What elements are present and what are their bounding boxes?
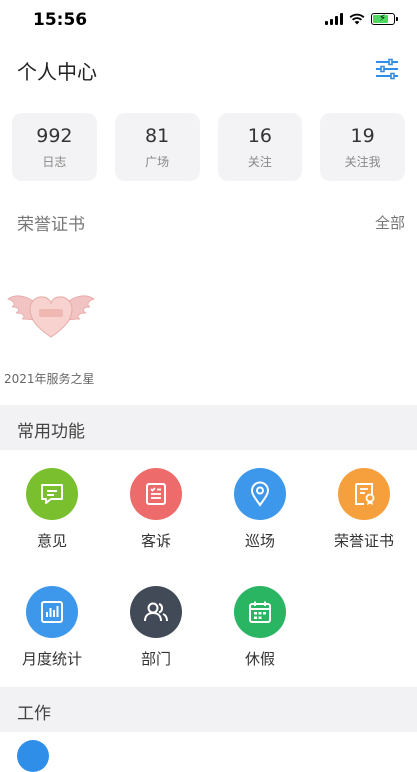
status-icons: ⚡ (325, 13, 398, 25)
work-header: 工作 (0, 687, 417, 732)
sliders-icon (376, 58, 398, 80)
calendar-icon (234, 586, 286, 638)
stat-value: 19 (350, 125, 375, 147)
signal-icon (325, 13, 343, 25)
section-title: 常用功能 (17, 422, 85, 442)
function-leave[interactable]: 休假 (208, 586, 312, 669)
location-pin-icon (234, 468, 286, 520)
honors-header: 荣誉证书 全部 (0, 210, 417, 236)
stat-label: 广场 (145, 155, 170, 169)
section-title: 工作 (17, 704, 51, 724)
honors-all-link[interactable]: 全部 (375, 212, 405, 233)
stat-value: 81 (145, 125, 170, 147)
stat-value: 992 (36, 125, 73, 147)
function-department[interactable]: 部门 (104, 586, 208, 669)
stat-value: 16 (247, 125, 272, 147)
page-title: 个人中心 (17, 60, 97, 84)
battery-icon: ⚡ (371, 13, 398, 25)
function-label: 荣誉证书 (333, 532, 394, 550)
people-icon (130, 586, 182, 638)
function-feedback[interactable]: 意见 (0, 468, 104, 551)
honor-badge-image[interactable] (6, 285, 96, 341)
function-complaint[interactable]: 客诉 (104, 468, 208, 551)
stat-label: 日志 (42, 155, 67, 169)
stat-label: 关注我 (344, 155, 381, 169)
status-bar: 15:56 ⚡ (0, 0, 417, 44)
stats-row: 992 日志 81 广场 16 关注 19 关注我 (12, 113, 405, 181)
function-certificate[interactable]: 荣誉证书 (312, 468, 416, 551)
function-label: 巡场 (244, 532, 275, 550)
settings-button[interactable] (374, 56, 400, 82)
winged-heart-badge-icon (7, 295, 95, 338)
honors-title: 荣誉证书 (17, 215, 85, 235)
stat-card-logs[interactable]: 992 日志 (12, 113, 97, 181)
feedback-icon (26, 468, 78, 520)
certificate-icon (338, 468, 390, 520)
function-label: 部门 (140, 650, 171, 668)
function-patrol[interactable]: 巡场 (208, 468, 312, 551)
bar-chart-icon (26, 586, 78, 638)
function-monthly-stats[interactable]: 月度统计 (0, 586, 104, 669)
status-time: 15:56 (33, 10, 88, 30)
function-label: 休假 (244, 650, 275, 668)
function-label: 意见 (36, 532, 67, 550)
common-functions-header: 常用功能 (0, 405, 417, 450)
function-label: 客诉 (140, 532, 171, 550)
stat-card-followers[interactable]: 19 关注我 (320, 113, 405, 181)
wifi-icon (349, 13, 365, 25)
complaint-icon (130, 468, 182, 520)
work-item-icon[interactable] (17, 740, 49, 772)
header: 个人中心 (0, 44, 417, 94)
stat-card-following[interactable]: 16 关注 (217, 113, 303, 181)
stat-card-square[interactable]: 81 广场 (114, 113, 200, 181)
honor-caption: 2021年服务之星 (4, 372, 95, 386)
function-label: 月度统计 (21, 650, 82, 668)
stat-label: 关注 (247, 155, 272, 169)
